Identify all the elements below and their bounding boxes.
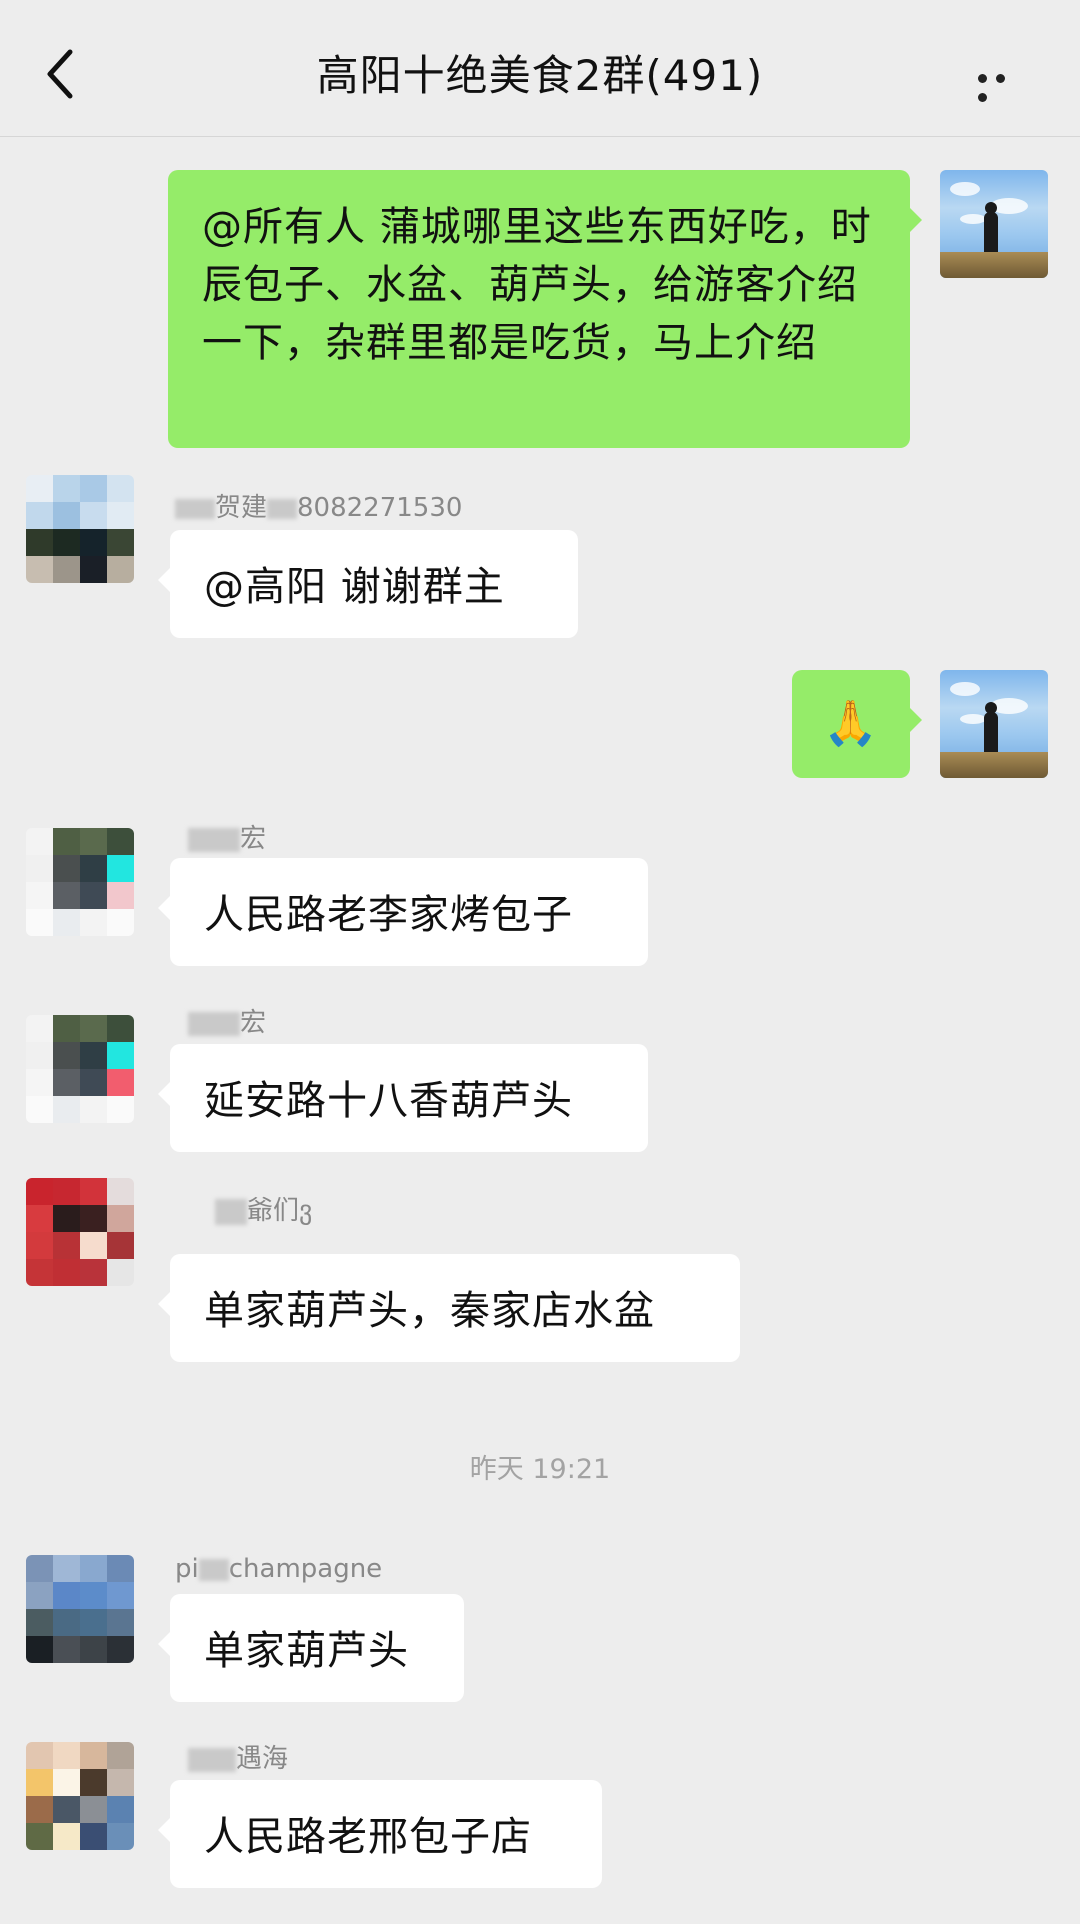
sender-avatar[interactable]	[26, 475, 134, 583]
message-text: 单家葫芦头	[204, 1628, 409, 1674]
message-bubble-incoming[interactable]: 延安路十八香葫芦头	[158, 1044, 648, 1152]
chat-title: 高阳十绝美食2群(491)	[316, 51, 764, 100]
message-bubble-incoming[interactable]: 单家葫芦头	[158, 1594, 464, 1702]
sender-name: 爺们ვ	[215, 1190, 312, 1227]
message-text: 人民路老李家烤包子	[204, 892, 573, 938]
my-avatar[interactable]	[940, 170, 1048, 278]
my-avatar[interactable]	[940, 670, 1048, 778]
sender-avatar[interactable]	[26, 1555, 134, 1663]
message-text: 单家葫芦头，秦家店水盆	[204, 1288, 655, 1334]
message-bubble-outgoing[interactable]: 🙏	[792, 670, 922, 778]
message-text: @高阳 谢谢群主	[204, 564, 505, 610]
timestamp: 昨天 19:21	[469, 1454, 611, 1485]
sender-avatar[interactable]	[26, 1178, 134, 1286]
message-bubble-outgoing[interactable]: @所有人 蒲城哪里这些东西好吃，时辰包子、水盆、葫芦头，给游客介绍一下，杂群里都…	[168, 170, 922, 448]
message-bubble-incoming[interactable]: 单家葫芦头，秦家店水盆	[158, 1254, 740, 1362]
message-bubble-incoming[interactable]: 人民路老邢包子店	[158, 1780, 602, 1888]
message-text: 人民路老邢包子店	[204, 1814, 532, 1860]
sender-name: 宏	[188, 1002, 266, 1039]
sender-name: 宏	[188, 818, 266, 855]
sender-name: pi champagne	[175, 1554, 383, 1584]
sender-avatar[interactable]	[26, 828, 134, 936]
message-text: 延安路十八香葫芦头	[204, 1078, 573, 1124]
message-bubble-incoming[interactable]: 人民路老李家烤包子	[158, 858, 648, 966]
sender-avatar[interactable]	[26, 1742, 134, 1850]
more-options-icon[interactable]	[978, 68, 1030, 102]
chat-header: 高阳十绝美食2群(491)	[0, 0, 1080, 137]
message-text: @所有人 蒲城哪里这些东西好吃，时辰包子、水盆、葫芦头，给游客介绍一下，杂群里都…	[202, 204, 872, 366]
sender-name: 贺建 8082271530	[175, 487, 462, 524]
folded-hands-emoji: 🙏	[823, 698, 879, 749]
sender-avatar[interactable]	[26, 1015, 134, 1123]
sender-name: 遇海	[188, 1738, 288, 1775]
message-bubble-incoming[interactable]: @高阳 谢谢群主	[158, 530, 578, 638]
